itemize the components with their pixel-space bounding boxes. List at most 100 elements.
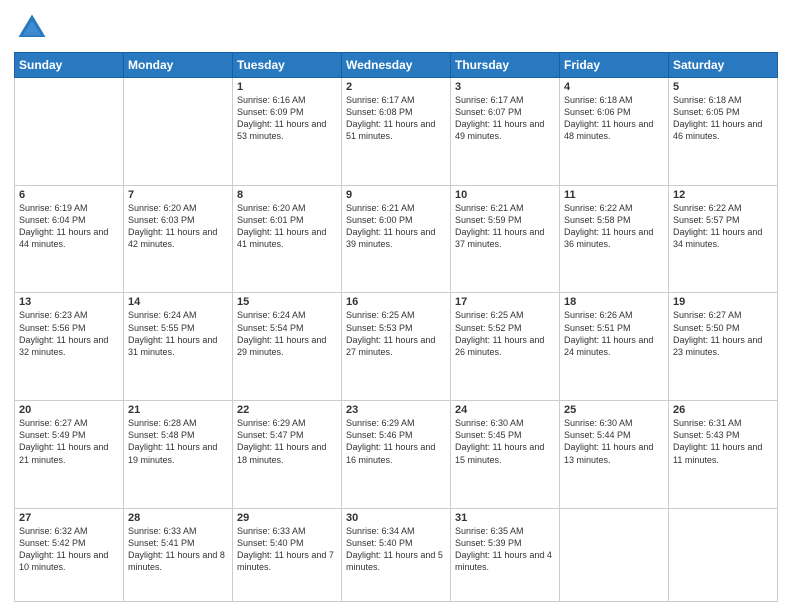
day-info: Sunrise: 6:17 AMSunset: 6:08 PMDaylight:… [346, 94, 446, 143]
day-info: Sunrise: 6:25 AMSunset: 5:52 PMDaylight:… [455, 309, 555, 358]
day-number: 26 [673, 404, 773, 416]
calendar-cell: 6Sunrise: 6:19 AMSunset: 6:04 PMDaylight… [15, 185, 124, 293]
calendar-cell: 25Sunrise: 6:30 AMSunset: 5:44 PMDayligh… [560, 401, 669, 509]
weekday-header-row: SundayMondayTuesdayWednesdayThursdayFrid… [15, 53, 778, 78]
day-number: 4 [564, 81, 664, 93]
weekday-header: Friday [560, 53, 669, 78]
weekday-header: Wednesday [342, 53, 451, 78]
day-info: Sunrise: 6:29 AMSunset: 5:47 PMDaylight:… [237, 417, 337, 466]
day-number: 12 [673, 189, 773, 201]
calendar-cell: 19Sunrise: 6:27 AMSunset: 5:50 PMDayligh… [669, 293, 778, 401]
page: SundayMondayTuesdayWednesdayThursdayFrid… [0, 0, 792, 612]
day-info: Sunrise: 6:21 AMSunset: 5:59 PMDaylight:… [455, 202, 555, 251]
day-info: Sunrise: 6:24 AMSunset: 5:55 PMDaylight:… [128, 309, 228, 358]
calendar-cell: 12Sunrise: 6:22 AMSunset: 5:57 PMDayligh… [669, 185, 778, 293]
day-info: Sunrise: 6:34 AMSunset: 5:40 PMDaylight:… [346, 525, 446, 574]
calendar-cell: 1Sunrise: 6:16 AMSunset: 6:09 PMDaylight… [233, 78, 342, 186]
calendar-cell: 9Sunrise: 6:21 AMSunset: 6:00 PMDaylight… [342, 185, 451, 293]
day-info: Sunrise: 6:27 AMSunset: 5:50 PMDaylight:… [673, 309, 773, 358]
day-info: Sunrise: 6:25 AMSunset: 5:53 PMDaylight:… [346, 309, 446, 358]
calendar-cell: 13Sunrise: 6:23 AMSunset: 5:56 PMDayligh… [15, 293, 124, 401]
calendar-cell: 14Sunrise: 6:24 AMSunset: 5:55 PMDayligh… [124, 293, 233, 401]
day-number: 25 [564, 404, 664, 416]
day-info: Sunrise: 6:35 AMSunset: 5:39 PMDaylight:… [455, 525, 555, 574]
day-info: Sunrise: 6:30 AMSunset: 5:45 PMDaylight:… [455, 417, 555, 466]
calendar-cell: 20Sunrise: 6:27 AMSunset: 5:49 PMDayligh… [15, 401, 124, 509]
day-info: Sunrise: 6:20 AMSunset: 6:03 PMDaylight:… [128, 202, 228, 251]
calendar-week-row: 6Sunrise: 6:19 AMSunset: 6:04 PMDaylight… [15, 185, 778, 293]
day-info: Sunrise: 6:16 AMSunset: 6:09 PMDaylight:… [237, 94, 337, 143]
calendar-week-row: 13Sunrise: 6:23 AMSunset: 5:56 PMDayligh… [15, 293, 778, 401]
calendar-cell: 10Sunrise: 6:21 AMSunset: 5:59 PMDayligh… [451, 185, 560, 293]
calendar-cell: 31Sunrise: 6:35 AMSunset: 5:39 PMDayligh… [451, 508, 560, 601]
calendar-cell: 5Sunrise: 6:18 AMSunset: 6:05 PMDaylight… [669, 78, 778, 186]
day-info: Sunrise: 6:31 AMSunset: 5:43 PMDaylight:… [673, 417, 773, 466]
logo [14, 10, 54, 46]
day-info: Sunrise: 6:26 AMSunset: 5:51 PMDaylight:… [564, 309, 664, 358]
calendar-cell: 24Sunrise: 6:30 AMSunset: 5:45 PMDayligh… [451, 401, 560, 509]
day-info: Sunrise: 6:33 AMSunset: 5:41 PMDaylight:… [128, 525, 228, 574]
weekday-header: Saturday [669, 53, 778, 78]
calendar-cell: 27Sunrise: 6:32 AMSunset: 5:42 PMDayligh… [15, 508, 124, 601]
day-number: 29 [237, 512, 337, 524]
day-number: 15 [237, 296, 337, 308]
day-info: Sunrise: 6:22 AMSunset: 5:58 PMDaylight:… [564, 202, 664, 251]
calendar-cell: 17Sunrise: 6:25 AMSunset: 5:52 PMDayligh… [451, 293, 560, 401]
day-number: 23 [346, 404, 446, 416]
day-info: Sunrise: 6:30 AMSunset: 5:44 PMDaylight:… [564, 417, 664, 466]
calendar-cell: 11Sunrise: 6:22 AMSunset: 5:58 PMDayligh… [560, 185, 669, 293]
calendar-cell: 30Sunrise: 6:34 AMSunset: 5:40 PMDayligh… [342, 508, 451, 601]
day-info: Sunrise: 6:28 AMSunset: 5:48 PMDaylight:… [128, 417, 228, 466]
calendar-cell [669, 508, 778, 601]
day-number: 24 [455, 404, 555, 416]
day-info: Sunrise: 6:19 AMSunset: 6:04 PMDaylight:… [19, 202, 119, 251]
day-number: 14 [128, 296, 228, 308]
calendar-cell [15, 78, 124, 186]
day-number: 10 [455, 189, 555, 201]
day-number: 30 [346, 512, 446, 524]
calendar-cell: 26Sunrise: 6:31 AMSunset: 5:43 PMDayligh… [669, 401, 778, 509]
calendar-cell: 29Sunrise: 6:33 AMSunset: 5:40 PMDayligh… [233, 508, 342, 601]
day-number: 19 [673, 296, 773, 308]
day-info: Sunrise: 6:33 AMSunset: 5:40 PMDaylight:… [237, 525, 337, 574]
weekday-header: Tuesday [233, 53, 342, 78]
calendar-cell: 28Sunrise: 6:33 AMSunset: 5:41 PMDayligh… [124, 508, 233, 601]
day-info: Sunrise: 6:18 AMSunset: 6:05 PMDaylight:… [673, 94, 773, 143]
day-number: 31 [455, 512, 555, 524]
logo-icon [14, 10, 50, 46]
day-number: 11 [564, 189, 664, 201]
day-number: 7 [128, 189, 228, 201]
day-number: 9 [346, 189, 446, 201]
day-number: 27 [19, 512, 119, 524]
calendar-cell: 2Sunrise: 6:17 AMSunset: 6:08 PMDaylight… [342, 78, 451, 186]
day-info: Sunrise: 6:32 AMSunset: 5:42 PMDaylight:… [19, 525, 119, 574]
calendar-cell [124, 78, 233, 186]
day-info: Sunrise: 6:29 AMSunset: 5:46 PMDaylight:… [346, 417, 446, 466]
day-number: 5 [673, 81, 773, 93]
day-number: 16 [346, 296, 446, 308]
calendar-cell: 21Sunrise: 6:28 AMSunset: 5:48 PMDayligh… [124, 401, 233, 509]
calendar-week-row: 20Sunrise: 6:27 AMSunset: 5:49 PMDayligh… [15, 401, 778, 509]
day-number: 17 [455, 296, 555, 308]
calendar-cell: 18Sunrise: 6:26 AMSunset: 5:51 PMDayligh… [560, 293, 669, 401]
weekday-header: Sunday [15, 53, 124, 78]
day-info: Sunrise: 6:20 AMSunset: 6:01 PMDaylight:… [237, 202, 337, 251]
day-number: 1 [237, 81, 337, 93]
day-number: 2 [346, 81, 446, 93]
day-info: Sunrise: 6:21 AMSunset: 6:00 PMDaylight:… [346, 202, 446, 251]
day-info: Sunrise: 6:22 AMSunset: 5:57 PMDaylight:… [673, 202, 773, 251]
day-info: Sunrise: 6:24 AMSunset: 5:54 PMDaylight:… [237, 309, 337, 358]
day-number: 3 [455, 81, 555, 93]
calendar-week-row: 1Sunrise: 6:16 AMSunset: 6:09 PMDaylight… [15, 78, 778, 186]
day-info: Sunrise: 6:17 AMSunset: 6:07 PMDaylight:… [455, 94, 555, 143]
day-number: 22 [237, 404, 337, 416]
day-number: 28 [128, 512, 228, 524]
day-number: 20 [19, 404, 119, 416]
calendar: SundayMondayTuesdayWednesdayThursdayFrid… [14, 52, 778, 602]
day-number: 6 [19, 189, 119, 201]
day-number: 8 [237, 189, 337, 201]
day-number: 21 [128, 404, 228, 416]
header [14, 10, 778, 46]
day-info: Sunrise: 6:23 AMSunset: 5:56 PMDaylight:… [19, 309, 119, 358]
day-info: Sunrise: 6:18 AMSunset: 6:06 PMDaylight:… [564, 94, 664, 143]
